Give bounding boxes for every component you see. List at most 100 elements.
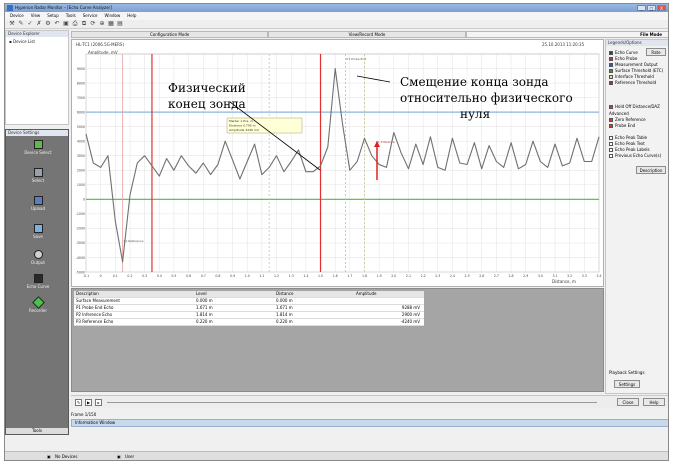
- checkbox[interactable]: [609, 135, 613, 140]
- tool-recorder[interactable]: Recorder: [6, 296, 70, 313]
- save-icon[interactable]: ▣: [63, 21, 69, 27]
- table-cell: P1 Probe End Echo: [76, 305, 114, 310]
- checkbox[interactable]: [609, 147, 613, 152]
- refresh-icon[interactable]: ⟳: [90, 21, 96, 27]
- option-checkbox[interactable]: Echo Peak Text: [609, 141, 645, 146]
- minimize-button[interactable]: _: [637, 5, 646, 11]
- table-cell: [354, 298, 424, 304]
- app-icon: [7, 5, 13, 11]
- copy-icon[interactable]: ⧉: [81, 21, 87, 27]
- tool-label: Device Select: [24, 150, 52, 155]
- menu-window[interactable]: Window: [105, 12, 121, 20]
- menu-help[interactable]: Help: [127, 12, 136, 20]
- maximize-button[interactable]: □: [647, 5, 656, 11]
- table-cell: P3 Reference Echo: [76, 319, 114, 324]
- playback-slider[interactable]: [107, 402, 597, 403]
- table-row[interactable]: P3 Reference Echo 0.220 m 0.220 m -4240 …: [74, 319, 424, 326]
- tool-label: Select: [31, 178, 45, 183]
- grid-icon[interactable]: ▦: [108, 21, 114, 27]
- checkbox-label: Echo Peak Labels: [615, 147, 650, 152]
- legend-label: Reference Threshold: [615, 80, 657, 85]
- legend-item[interactable]: Echo Probe: [609, 56, 637, 61]
- legend-item[interactable]: Interface Threshold: [609, 74, 654, 79]
- tab-file-mode[interactable]: File Mode: [465, 31, 668, 38]
- advanced-header-label: Advanced: [609, 111, 629, 116]
- undo-icon[interactable]: ↶: [54, 21, 60, 27]
- information-window-bar[interactable]: Information Window: [71, 419, 668, 427]
- tool-select[interactable]: Select: [6, 168, 70, 183]
- x-tick-label: 0.1: [113, 274, 118, 278]
- column-header[interactable]: Distance: [274, 291, 354, 297]
- option-checkbox[interactable]: Echo Peak Labels: [609, 147, 650, 152]
- checkbox[interactable]: [609, 153, 613, 158]
- playback-settings-header: Playback Settings: [609, 370, 645, 375]
- menu-view[interactable]: View: [31, 12, 41, 20]
- play-icon[interactable]: ▶: [85, 399, 92, 406]
- table-row[interactable]: Surface Measurement 0.000 m 0.000 m: [74, 298, 424, 305]
- y-tick-label: 8000: [77, 81, 85, 85]
- tab-view-record-mode[interactable]: View/Record Mode: [268, 31, 466, 38]
- tool-device-select[interactable]: Device Select: [6, 140, 70, 155]
- menu-tools[interactable]: Tools: [66, 12, 76, 20]
- advanced-item[interactable]: Probe End: [609, 123, 635, 128]
- legend-label: Echo Curve: [615, 50, 638, 55]
- wrench-icon[interactable]: ⚒: [9, 21, 15, 27]
- legend-item[interactable]: Reference Threshold: [609, 80, 656, 85]
- advanced-item[interactable]: Zero Reference: [609, 117, 646, 122]
- x-tick-label: 0.5: [171, 274, 176, 278]
- tool-save[interactable]: Save: [6, 224, 70, 239]
- menu-device[interactable]: Device: [10, 12, 24, 20]
- menu-setup[interactable]: Setup: [47, 12, 59, 20]
- column-header[interactable]: Description: [74, 291, 194, 297]
- tooltip-line: Distance 0.795 m: [229, 124, 256, 128]
- legend-item[interactable]: Surface Threshold (ETC): [609, 68, 663, 73]
- title-bar: Hyperion Radar Monitor – [Echo Curve Ana…: [5, 4, 668, 12]
- tool-output[interactable]: Output: [6, 250, 70, 265]
- table-row[interactable]: P1 Probe End Echo 1.671 m 1.671 m 9288 m…: [74, 305, 424, 312]
- x-tick-label: 1.7: [347, 274, 352, 278]
- chart-icon[interactable]: ▤: [117, 21, 123, 27]
- column-header[interactable]: Amplitude: [354, 291, 424, 297]
- x-tick-label: 1.6: [333, 274, 338, 278]
- cross-icon[interactable]: ✗: [36, 21, 42, 27]
- description-button[interactable]: Description: [636, 166, 666, 174]
- pencil-icon[interactable]: ✎: [18, 21, 24, 27]
- x-tick-label: 2.2: [421, 274, 426, 278]
- status-bar: ▣ No Devices ▣ User: [5, 451, 668, 460]
- option-checkbox[interactable]: Previous Echo Curve(s): [609, 153, 661, 158]
- advanced-header: Advanced: [609, 111, 629, 116]
- device-list-item[interactable]: ▪ Device List: [6, 37, 68, 46]
- option-checkbox[interactable]: Echo Peak Table: [609, 135, 647, 140]
- legend-item[interactable]: Measurement Output: [609, 62, 658, 67]
- tool-echo-curve[interactable]: Echo Curve: [6, 274, 70, 289]
- hold-off-item[interactable]: Hold Off Distance/DAZ: [609, 104, 660, 109]
- legend-swatch: [609, 56, 613, 61]
- close-window-button[interactable]: X: [657, 5, 666, 11]
- check-icon[interactable]: ✓: [27, 21, 33, 27]
- gear-icon[interactable]: ⚙: [45, 21, 51, 27]
- tool-upload[interactable]: Upload: [6, 196, 70, 211]
- table-row[interactable]: P2 Inference Echo 1.814 m 1.814 m 2900 m…: [74, 312, 424, 319]
- close-button[interactable]: Close: [617, 398, 639, 406]
- tab-configuration-mode[interactable]: Configuration Mode: [71, 31, 269, 38]
- record-icon[interactable]: ✎: [75, 399, 82, 406]
- zoom-icon[interactable]: ⊕: [99, 21, 105, 27]
- menu-service[interactable]: Service: [83, 12, 98, 20]
- x-tick-label: 1.2: [274, 274, 279, 278]
- table-cell: 2900 mV: [401, 312, 420, 317]
- rate-button[interactable]: Rate: [646, 48, 666, 56]
- column-header[interactable]: Level: [194, 291, 274, 297]
- step-icon[interactable]: ▸: [95, 399, 102, 406]
- y-tick-label: 9000: [77, 67, 85, 71]
- tooltip-line: Amplitude 3246 mV: [229, 128, 260, 132]
- legend-swatch: [609, 80, 613, 85]
- legend-swatch: [609, 62, 613, 67]
- settings-button[interactable]: Settings: [614, 380, 640, 388]
- help-button[interactable]: Help: [643, 398, 665, 406]
- checkbox[interactable]: [609, 141, 613, 146]
- table-cell: -4240 mV: [400, 319, 420, 324]
- legend-item[interactable]: Echo Curve: [609, 50, 638, 55]
- print-icon[interactable]: ⎙: [72, 21, 78, 27]
- x-tick-label: 3.0: [538, 274, 543, 278]
- save-tool-icon: [33, 224, 43, 233]
